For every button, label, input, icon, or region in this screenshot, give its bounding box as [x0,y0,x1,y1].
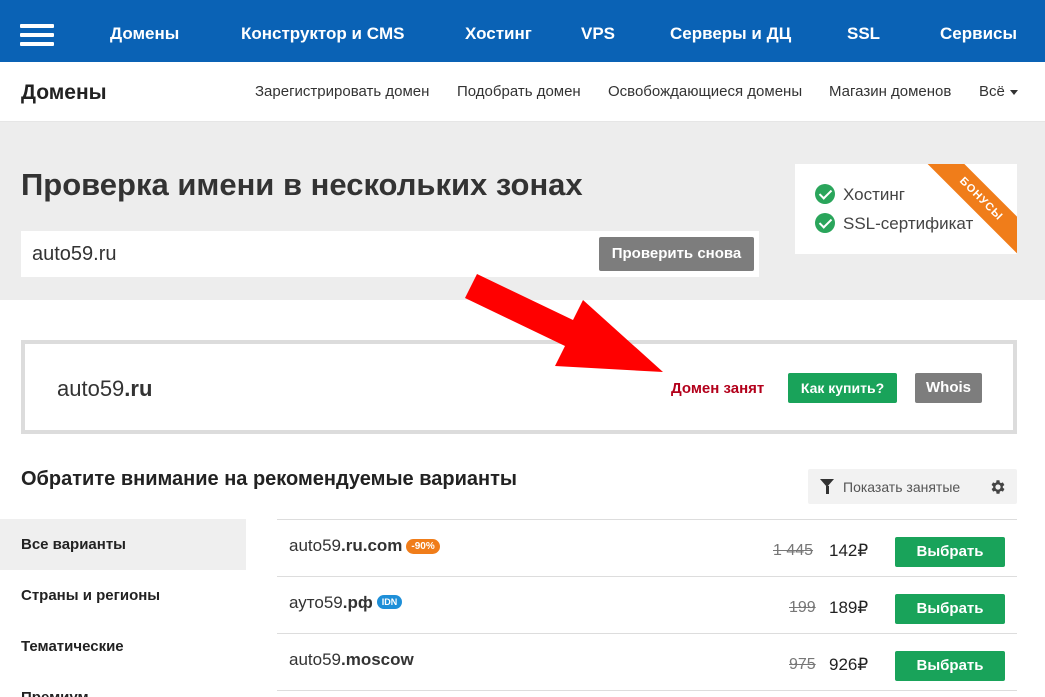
nav-domains[interactable]: Домены [110,24,179,44]
bonus-label: Хостинг [843,185,905,204]
domain-base: auto59 [289,650,341,669]
bonus-item-hosting: Хостинг [815,184,905,205]
nav-ssl[interactable]: SSL [847,24,880,44]
price: 189₽ [829,598,869,617]
domain-name: auto59.ru.com -90% [289,536,440,556]
sidebar-item-thematic[interactable]: Тематические [0,621,246,672]
old-price: 975 [789,656,816,673]
caret-down-icon [1009,89,1018,95]
menu-icon[interactable] [20,24,54,46]
subnav-shop[interactable]: Магазин доменов [829,83,951,100]
sub-navigation: Домены Зарегистрировать домен Подобрать … [0,62,1045,122]
top-navigation: Домены Конструктор и CMS Хостинг VPS Сер… [0,0,1045,62]
bonus-ribbon: БОНУСЫ [922,164,1017,254]
domain-base: auto59 [289,536,341,555]
check-circle-icon [815,184,835,204]
nav-constructor-cms[interactable]: Конструктор и CMS [241,24,404,44]
subnav-all[interactable]: Всё [979,83,1018,100]
price: 142₽ [829,541,869,560]
bonus-card: Хостинг SSL-сертификат БОНУСЫ [795,164,1017,254]
bonus-item-ssl: SSL-сертификат [815,213,973,234]
show-busy-label: Показать занятые [843,479,961,495]
page-title: Проверка имени в нескольких зонах [21,167,583,202]
show-busy-filter[interactable]: Показать занятые [808,469,1017,504]
list-divider [277,690,1017,697]
domain-name: auto59.moscow [289,650,414,670]
sidebar-item-countries[interactable]: Страны и регионы [0,570,246,621]
sidebar-item-all[interactable]: Все варианты [0,519,246,570]
result-domain: auto59.ru [57,376,152,402]
nav-services[interactable]: Сервисы [940,24,1017,44]
subnav-pick[interactable]: Подобрать домен [457,83,581,100]
list-item: auto59.moscow 975 926₽ Выбрать [277,633,1017,690]
subnav-register[interactable]: Зарегистрировать домен [255,83,429,100]
domain-zone: .moscow [341,650,414,669]
check-circle-icon [815,213,835,233]
nav-hosting[interactable]: Хостинг [465,24,532,44]
result-domain-zone: .ru [124,376,153,401]
bonus-label: SSL-сертификат [843,214,974,233]
list-item: ауто59.рф IDN 199 189₽ Выбрать [277,576,1017,633]
recommend-title: Обратите внимание на рекомендуемые вариа… [21,468,517,490]
choose-button[interactable]: Выбрать [895,537,1005,567]
old-price: 1 445 [773,542,814,559]
choose-button[interactable]: Выбрать [895,651,1005,681]
red-arrow-icon [465,274,663,372]
how-to-buy-button[interactable]: Как купить? [788,373,897,403]
domain-zone: .рф [342,593,373,612]
price: 926₽ [829,655,869,674]
list-item: auto59.ru.com -90% 1 445 142₽ Выбрать [277,519,1017,576]
domain-zone: .ru.com [341,536,403,555]
status-badge: Домен занят [671,380,765,397]
section-title: Домены [21,81,107,104]
subnav-expiring[interactable]: Освобождающиеся домены [608,83,802,100]
sidebar-item-premium[interactable]: Премиум [0,672,246,697]
domain-base: ауто59 [289,593,343,612]
domain-name: ауто59.рф IDN [289,593,403,613]
gear-icon[interactable] [989,478,1007,496]
check-again-button[interactable]: Проверить снова [599,237,754,271]
idn-badge: IDN [376,595,403,609]
subnav-all-label: Всё [979,83,1005,100]
old-price: 199 [789,599,816,616]
filter-icon [820,479,834,494]
nav-servers[interactable]: Серверы и ДЦ [670,24,791,44]
whois-button[interactable]: Whois [915,373,982,403]
nav-vps[interactable]: VPS [581,24,615,44]
discount-badge: -90% [406,539,440,554]
result-domain-name: auto59 [57,376,125,401]
choose-button[interactable]: Выбрать [895,594,1005,624]
